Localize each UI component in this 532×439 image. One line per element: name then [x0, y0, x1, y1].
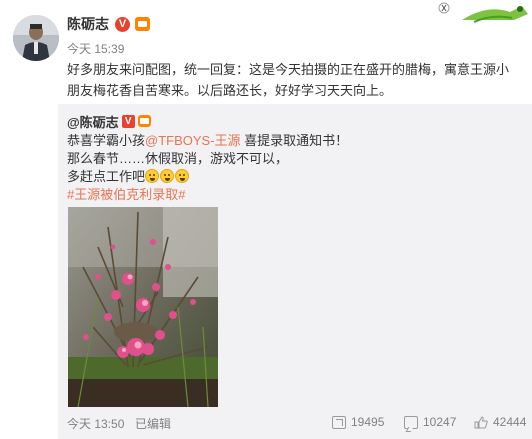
repost-line-3: 多赶点工作吧 — [67, 168, 487, 186]
like-count: 42444 — [493, 415, 527, 429]
repost-line-1-prefix: 恭喜学霸小孩 — [67, 133, 146, 148]
repost-line-3-text: 多赶点工作吧 — [67, 169, 146, 184]
emoji-icon — [160, 169, 175, 183]
share-icon — [332, 415, 346, 429]
card-decoration — [432, 0, 532, 26]
verified-v-icon: V — [121, 114, 135, 128]
repost-line-1: 恭喜学霸小孩@TFBOYS-王源 喜提录取通知书！ — [67, 132, 487, 150]
member-icon[interactable] — [137, 115, 151, 127]
share-count: 19495 — [351, 415, 385, 429]
verified-v-icon: V — [115, 16, 130, 32]
repost-author-line: @陈砺志 V — [67, 112, 151, 130]
author-line: 陈砺志 V — [67, 14, 150, 34]
repost-line-2: 那么春节……休假取消，游戏不可以， — [67, 151, 289, 166]
comment-button[interactable]: 10247 — [404, 415, 456, 429]
edited-label[interactable]: 已编辑 — [135, 415, 171, 432]
author-name[interactable]: 陈砺志 — [67, 14, 109, 34]
plum-blossom-photo[interactable] — [68, 207, 218, 407]
post-timestamp[interactable]: 今天 15:39 — [67, 40, 124, 57]
repost-line-1-suffix: 喜提录取通知书！ — [240, 133, 349, 148]
weibo-post: 陈砺志 V 今天 15:39 好多朋友来问配图，统一回复：这是今天拍摄的正在盛开… — [0, 0, 532, 439]
emoji-icon — [145, 169, 160, 183]
repost-text: 恭喜学霸小孩@TFBOYS-王源 喜提录取通知书！ 那么春节……休假取消，游戏不… — [67, 132, 487, 204]
repost-author[interactable]: @陈砺志 — [67, 112, 119, 131]
share-button[interactable]: 19495 — [332, 415, 384, 429]
mention-link[interactable]: @TFBOYS-王源 — [145, 133, 241, 148]
emoji-icon — [175, 169, 190, 183]
repost-timestamp[interactable]: 今天 13:50 — [67, 415, 124, 432]
repost-footer: 今天 13:50 已编辑 19495 10247 42444 — [67, 415, 526, 433]
comment-count: 10247 — [423, 415, 457, 429]
member-icon[interactable] — [135, 17, 150, 31]
like-icon — [474, 415, 488, 429]
avatar[interactable] — [13, 15, 59, 61]
post-text: 好多朋友来问配图，统一回复：这是今天拍摄的正在盛开的腊梅，寓意王源小朋友梅花香自… — [67, 62, 510, 98]
comment-icon — [404, 415, 418, 429]
repost-card[interactable]: @陈砺志 V 恭喜学霸小孩@TFBOYS-王源 喜提录取通知书！ 那么春节……休… — [58, 104, 532, 439]
like-button[interactable]: 42444 — [474, 415, 526, 429]
hashtag-link[interactable]: #王源被伯克利录取# — [67, 186, 487, 204]
